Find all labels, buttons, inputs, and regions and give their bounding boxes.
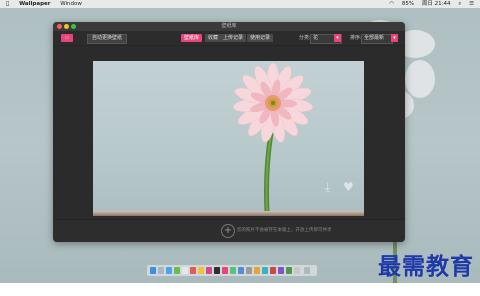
news-icon[interactable] [270, 267, 276, 274]
finder-icon[interactable] [150, 267, 156, 274]
watermark: 最需教育 [378, 253, 474, 280]
tab-wallpaper-library[interactable]: 壁纸库 [181, 34, 203, 42]
search-icon[interactable]: ⌕ [458, 1, 461, 7]
heart-icon[interactable]: ♥ [343, 181, 354, 193]
upload-footer: + 您的照片不会被存在本服上，开放上传即可共享 [53, 219, 405, 242]
wallpaper-app-window: 壁纸库 ▭ 自动更换壁纸 壁纸库 收藏 上传记录 使用记录 分类: 花 ▾ 排序… [53, 22, 405, 242]
toolbar: ▭ 自动更换壁纸 壁纸库 收藏 上传记录 使用记录 分类: 花 ▾ 排序: 全部… [53, 31, 405, 46]
system-preferences-icon[interactable] [246, 267, 252, 274]
music-icon[interactable] [206, 267, 212, 274]
wallpaper-image[interactable]: ⤓ ♥ [93, 61, 364, 211]
calendar-icon[interactable] [190, 267, 196, 274]
auto-wallpaper-button[interactable]: 自动更换壁纸 [87, 34, 128, 44]
apple-icon[interactable]:  [6, 1, 9, 7]
photos-icon[interactable] [254, 267, 260, 274]
chevron-down-icon[interactable]: ▾ [391, 34, 398, 42]
add-icon[interactable]: + [221, 224, 235, 238]
category-label: 分类: [299, 35, 311, 41]
terminal-icon[interactable] [214, 267, 220, 274]
numbers-icon[interactable] [286, 267, 292, 274]
downloads-folder-icon[interactable] [294, 267, 300, 274]
messages-icon[interactable] [174, 267, 180, 274]
thumbnail-toggle-button[interactable]: ▭ [61, 34, 73, 42]
menu-bar:  Wallpaper Window ◠ 85% 周日 21:44 ⌕ ☰ [0, 0, 480, 8]
tab-usage-history[interactable]: 使用记录 [247, 34, 274, 42]
menu-window[interactable]: Window [60, 1, 82, 7]
tab-favorites[interactable]: 收藏 [205, 34, 222, 42]
podcasts-icon[interactable] [278, 267, 284, 274]
background-petal [405, 60, 435, 98]
window-title: 壁纸库 [221, 23, 237, 29]
sort-select[interactable]: 全部最新 [361, 34, 393, 44]
wallpaper-app-icon[interactable] [222, 267, 228, 274]
chevron-down-icon[interactable]: ▾ [334, 34, 341, 42]
wallpaper-viewer: ⤓ ♥ [53, 46, 405, 219]
launchpad-icon[interactable] [158, 267, 164, 274]
next-wallpaper-strip[interactable] [93, 211, 364, 216]
list-icon[interactable]: ☰ [469, 1, 474, 7]
trash-icon[interactable] [304, 267, 310, 274]
notes-icon[interactable] [198, 267, 204, 274]
dock [147, 265, 317, 276]
wifi-icon[interactable]: ◠ [389, 1, 394, 7]
facetime-icon[interactable] [230, 267, 236, 274]
title-bar: 壁纸库 [53, 22, 405, 31]
sort-label: 排序: [350, 35, 362, 41]
clock[interactable]: 周日 21:44 [422, 1, 451, 7]
flower-illustration [232, 62, 314, 211]
menu-app-name[interactable]: Wallpaper [19, 1, 50, 7]
maps-icon[interactable] [262, 267, 268, 274]
battery-level[interactable]: 85% [402, 1, 414, 7]
upload-hint: 您的照片不会被存在本服上，开放上传即可共享 [237, 228, 332, 233]
safari-icon[interactable] [166, 267, 172, 274]
download-icon[interactable]: ⤓ [325, 181, 330, 193]
mail-icon[interactable] [182, 267, 188, 274]
app-store-icon[interactable] [238, 267, 244, 274]
tab-upload-history[interactable]: 上传记录 [220, 34, 247, 42]
